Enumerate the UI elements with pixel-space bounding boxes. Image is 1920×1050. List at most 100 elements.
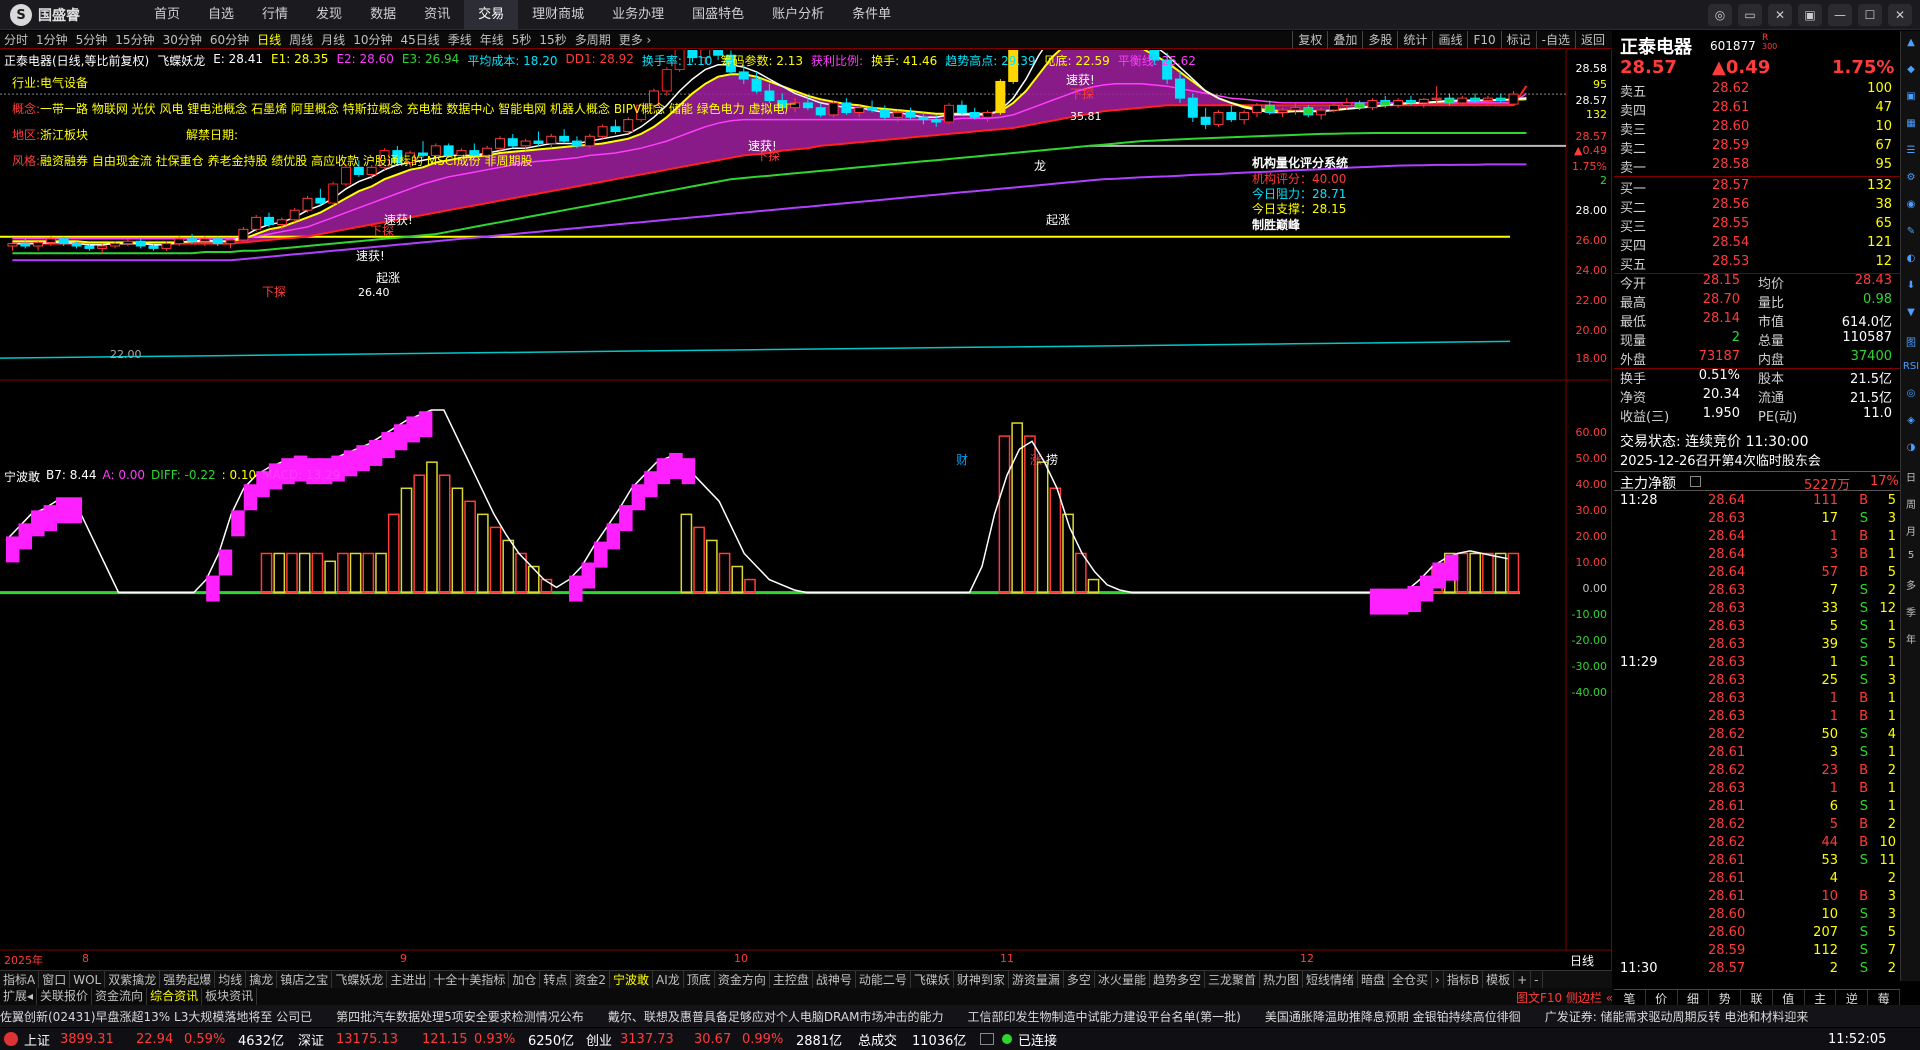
info-tab[interactable]: 扩展◂: [0, 988, 38, 1005]
indicator-tab[interactable]: 强势起爆: [160, 971, 216, 988]
indicator-tab[interactable]: 财神到家: [954, 971, 1009, 988]
indicator-tab[interactable]: +: [1514, 971, 1532, 988]
indicator-tab[interactable]: ›: [1432, 971, 1444, 988]
monitor-icon[interactable]: [980, 1033, 994, 1045]
period-tab[interactable]: 10分钟: [349, 31, 396, 48]
window-control-icon[interactable]: —: [1828, 4, 1852, 26]
side-tool-icon[interactable]: ☰: [1901, 145, 1920, 156]
news-item[interactable]: 戴尔、联想及惠普具备足够应对个人电脑DRAM市场冲击的能力: [608, 1008, 944, 1025]
chart-tool-button[interactable]: 统计: [1397, 31, 1432, 49]
menu-item-6[interactable]: 交易: [464, 0, 519, 30]
side-tool-icon[interactable]: 周: [1901, 496, 1920, 511]
indicator-tab[interactable]: 冰火量能: [1095, 971, 1150, 988]
side-tool-icon[interactable]: 日: [1901, 469, 1920, 484]
kline-chart[interactable]: 下探下探下探下探速获!速获!速获!速获!起涨起涨龙35.8122.0026.40…: [0, 50, 1612, 970]
menu-item-11[interactable]: 条件单: [838, 0, 905, 30]
menu-item-7[interactable]: 理财商城: [518, 0, 598, 30]
side-tool-icon[interactable]: ▼: [1901, 307, 1920, 318]
info-tab[interactable]: 板块资讯: [202, 988, 258, 1005]
side-tool-icon[interactable]: 季: [1901, 604, 1920, 619]
indicator-tab[interactable]: 指标B: [1444, 971, 1484, 988]
indicator-tab[interactable]: 战神号: [813, 971, 856, 988]
period-tab[interactable]: 15秒: [535, 31, 570, 48]
indicator-tab[interactable]: 窗口: [39, 971, 71, 988]
side-tool-icon[interactable]: ◈: [1901, 415, 1920, 426]
indicator-tab[interactable]: 动能二号: [856, 971, 911, 988]
indicator-tab[interactable]: 加仓: [509, 971, 541, 988]
side-tool-icon[interactable]: ◑: [1901, 442, 1920, 453]
indicator-tab[interactable]: 热力图: [1260, 971, 1303, 988]
indicator-tab[interactable]: 资金2: [571, 971, 611, 988]
info-tab[interactable]: 资金流向: [92, 988, 148, 1005]
indicator-tab[interactable]: 暗盘: [1358, 971, 1390, 988]
side-tool-icon[interactable]: 多: [1901, 577, 1920, 592]
side-tool-icon[interactable]: RSI: [1901, 361, 1920, 372]
indicator-tab[interactable]: WOL: [70, 971, 106, 988]
indicator-tab[interactable]: 模板: [1483, 971, 1515, 988]
kline-chart-area[interactable]: 下探 下探 下探 下探 速获! 速获! 速获! 速获! 起涨 起涨龙 35.81 22.00 26.40…: [0, 50, 1612, 970]
side-tool-icon[interactable]: ▦: [1901, 118, 1920, 129]
indicator-tab[interactable]: 主控盘: [770, 971, 813, 988]
side-tool-icon[interactable]: ◆: [1901, 64, 1920, 75]
indicator-tab[interactable]: 转点: [540, 971, 572, 988]
indicator-tab[interactable]: 飞蝶妖龙: [332, 971, 388, 988]
news-item[interactable]: 美国通胀降温助推降息预期 金银铂持续高位徘徊: [1265, 1008, 1521, 1025]
stock-title[interactable]: 正泰电器(日线,等比前复权): [4, 52, 149, 69]
side-tool-icon[interactable]: ◉: [1901, 199, 1920, 210]
side-tool-icon[interactable]: ✎: [1901, 226, 1920, 237]
window-control-icon[interactable]: ◎: [1708, 4, 1732, 26]
indicator-tab[interactable]: 十全十美指标: [430, 971, 510, 988]
indicator-name[interactable]: 飞蝶妖龙: [157, 52, 205, 69]
indicator-tab[interactable]: 短线情绪: [1303, 971, 1359, 988]
indicator-tab[interactable]: -: [1531, 971, 1543, 988]
side-tool-icon[interactable]: 月: [1901, 523, 1920, 538]
side-tool-icon[interactable]: ⚙: [1901, 172, 1920, 183]
info-tab[interactable]: 综合资讯: [147, 988, 203, 1005]
chart-tool-button[interactable]: 多股: [1362, 31, 1397, 49]
menu-item-2[interactable]: 行情: [248, 0, 302, 30]
chart-tool-button[interactable]: 标记: [1500, 31, 1536, 49]
indicator-tab[interactable]: 资金方向: [715, 971, 770, 988]
news-item[interactable]: 佐翼创新(02431)早盘涨超13% L3大规模落地将至 公司已: [0, 1008, 312, 1025]
period-tab[interactable]: 60分钟: [206, 31, 253, 48]
indicator-tab[interactable]: 均线: [215, 971, 247, 988]
period-tab[interactable]: 更多 ›: [615, 31, 656, 48]
chart-tool-button[interactable]: 返回: [1574, 31, 1610, 49]
app-logo[interactable]: S 国盛睿: [10, 4, 80, 26]
menu-item-10[interactable]: 账户分析: [758, 0, 838, 30]
indicator-tab[interactable]: 擒龙: [246, 971, 278, 988]
news-item[interactable]: 工信部印发生物制造中试能力建设平台名单(第一批): [967, 1008, 1240, 1025]
side-tool-icon[interactable]: 5: [1901, 550, 1920, 561]
sub-indicator-name[interactable]: 宁波敢: [4, 468, 40, 485]
period-tab[interactable]: 15分钟: [111, 31, 158, 48]
period-tab[interactable]: 季线: [444, 31, 476, 48]
side-tool-icon[interactable]: ▲: [1901, 37, 1920, 48]
period-tab[interactable]: 45日线: [396, 31, 443, 48]
news-item[interactable]: 广发证券: 储能需求驱动周期反转 电池和材料迎来: [1545, 1008, 1809, 1025]
chart-tool-button[interactable]: -自选: [1535, 31, 1575, 49]
news-item[interactable]: 第四批汽车数据处理5项安全要求检测情况公布: [336, 1008, 584, 1025]
period-tab[interactable]: 周线: [285, 31, 317, 48]
side-tool-icon[interactable]: 年: [1901, 631, 1920, 646]
window-control-icon[interactable]: ✕: [1888, 4, 1912, 26]
period-tab[interactable]: 5分钟: [72, 31, 112, 48]
chart-tool-button[interactable]: 叠加: [1327, 31, 1362, 49]
period-tab[interactable]: 30分钟: [159, 31, 206, 48]
window-control-icon[interactable]: ▣: [1798, 4, 1822, 26]
indicator-tab[interactable]: 宁波敢: [610, 971, 654, 988]
window-control-icon[interactable]: ▭: [1738, 4, 1762, 26]
period-tab[interactable]: 5秒: [508, 31, 536, 48]
info-tab[interactable]: 关联报价: [37, 988, 93, 1005]
chart-tool-button[interactable]: 复权: [1292, 31, 1327, 49]
indicator-tab[interactable]: 镇店之宝: [277, 971, 333, 988]
menu-item-3[interactable]: 发现: [302, 0, 356, 30]
indicator-tab[interactable]: 趋势多空: [1150, 971, 1205, 988]
indicator-tab[interactable]: 指标A: [0, 971, 40, 988]
indicator-tab[interactable]: 三龙聚首: [1205, 971, 1260, 988]
chart-tool-button[interactable]: F10: [1467, 31, 1500, 49]
menu-item-5[interactable]: 资讯: [410, 0, 464, 30]
net-flow-toggle-icon[interactable]: [1690, 476, 1701, 487]
chart-tool-button[interactable]: 画线: [1432, 31, 1467, 49]
period-tab[interactable]: 月线: [317, 31, 349, 48]
indicator-tab[interactable]: 顶底: [684, 971, 715, 988]
